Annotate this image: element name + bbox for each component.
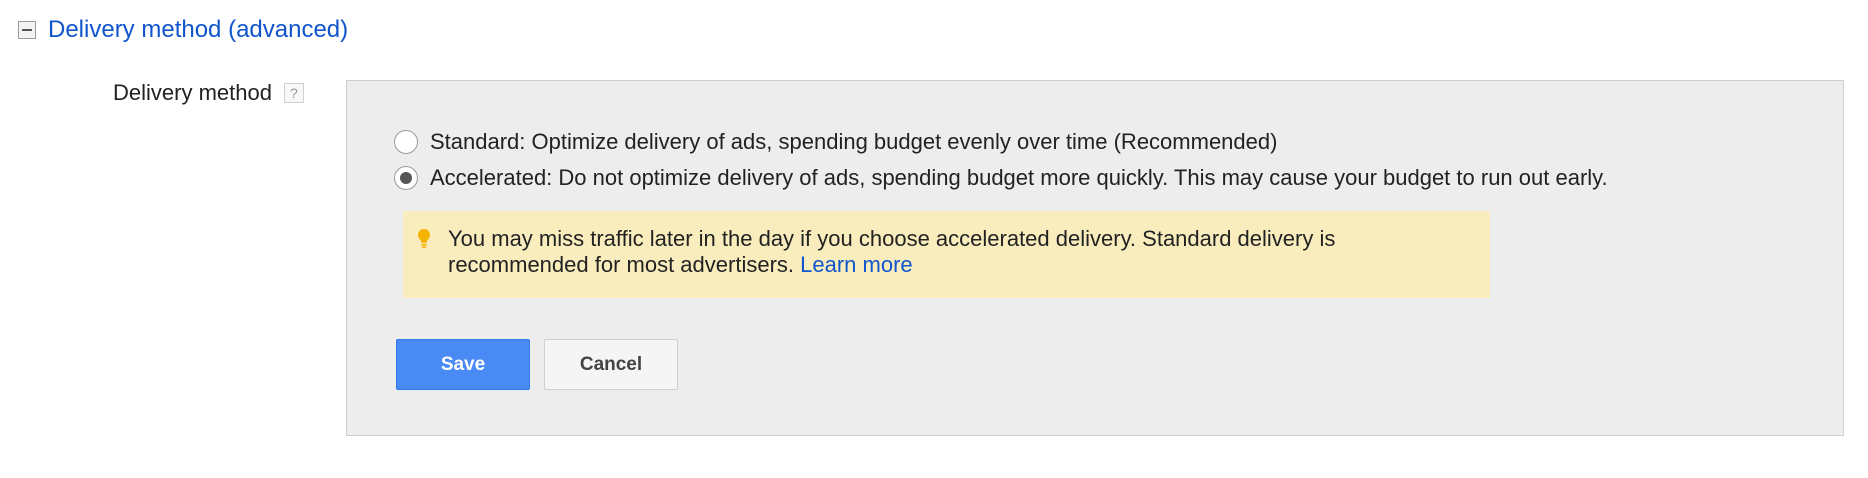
accelerated-option-label: Accelerated: Do not optimize delivery of… (430, 165, 1608, 190)
standard-option[interactable]: Standard: Optimize delivery of ads, spen… (394, 129, 1277, 155)
learn-more-link[interactable]: Learn more (800, 252, 913, 277)
help-icon[interactable]: ? (283, 83, 304, 103)
save-button[interactable]: Save (396, 339, 530, 390)
cancel-button[interactable]: Cancel (544, 339, 678, 390)
standard-radio[interactable] (394, 130, 418, 154)
delivery-method-label-row: Delivery method ? (113, 80, 304, 106)
section-title[interactable]: Delivery method (advanced) (48, 16, 348, 44)
standard-option-label: Standard: Optimize delivery of ads, spen… (430, 129, 1278, 154)
delivery-method-panel: Standard: Optimize delivery of ads, spen… (346, 80, 1844, 436)
lightbulb-icon (418, 229, 430, 249)
field-label: Delivery method (113, 80, 272, 105)
accelerated-option[interactable]: Accelerated: Do not optimize delivery of… (394, 165, 1608, 191)
warning-notice: You may miss traffic later in the day if… (403, 211, 1490, 298)
collapse-minus-icon[interactable] (18, 21, 36, 39)
accelerated-radio[interactable] (394, 166, 418, 190)
section-header: Delivery method (advanced) (18, 12, 348, 48)
